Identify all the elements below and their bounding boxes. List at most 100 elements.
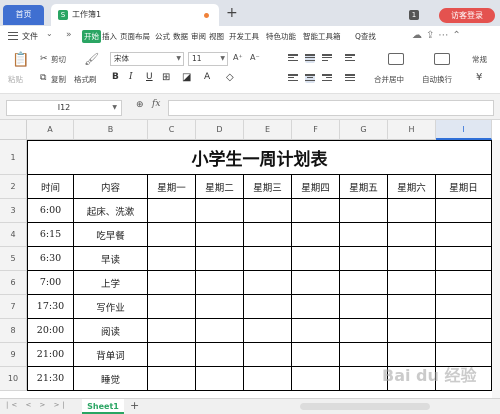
empty-cell[interactable] [244,223,292,247]
menu-item-start[interactable]: 开始 [82,30,101,43]
table-cell[interactable]: 起床、洗漱 [74,199,148,223]
paste-button[interactable]: 粘贴 [8,74,23,85]
row-header-10[interactable]: 10 [0,367,27,391]
menu-item-view[interactable]: 视图 [209,31,224,42]
column-header-f[interactable]: F [292,120,340,140]
empty-cell[interactable] [436,319,492,343]
font-size-select[interactable]: 11 ▼ [188,52,228,66]
empty-cell[interactable] [292,199,340,223]
header-cell[interactable]: 时间 [27,175,74,199]
table-cell[interactable]: 17:30 [27,295,74,319]
empty-cell[interactable] [244,343,292,367]
table-cell[interactable]: 20:00 [27,319,74,343]
cut-button[interactable]: 剪切 [51,54,66,65]
column-header-g[interactable]: G [340,120,388,140]
merge-center-icon[interactable] [388,53,404,65]
visitor-login-button[interactable]: 访客登录 [439,8,495,23]
grow-font-button[interactable]: A⁺ [233,53,243,62]
empty-cell[interactable] [148,319,196,343]
more-menus-icon[interactable]: » [66,30,72,40]
table-cell[interactable]: 6:15 [27,223,74,247]
column-header-b[interactable]: B [74,120,148,140]
column-header-c[interactable]: C [148,120,196,140]
auto-wrap-button[interactable]: 自动换行 [422,74,452,85]
empty-cell[interactable] [244,271,292,295]
header-cell[interactable]: 星期日 [436,175,492,199]
window-count-badge[interactable]: 1 [409,10,419,20]
empty-cell[interactable] [388,247,436,271]
add-sheet-button[interactable]: + [130,399,139,413]
table-cell[interactable]: 21:30 [27,367,74,391]
empty-cell[interactable] [196,343,244,367]
menu-item-smart-toolbox[interactable]: 智能工具箱 [303,31,341,42]
distributed-align-icon[interactable] [345,74,355,83]
empty-cell[interactable] [196,199,244,223]
header-cell[interactable]: 星期二 [196,175,244,199]
empty-cell[interactable] [388,199,436,223]
empty-cell[interactable] [436,271,492,295]
sheet-tab-sheet1[interactable]: Sheet1 [82,399,124,414]
table-cell[interactable]: 吃早餐 [74,223,148,247]
home-tab[interactable]: 首页 [3,5,44,25]
copy-button[interactable]: 复制 [51,74,66,85]
empty-cell[interactable] [244,295,292,319]
table-cell[interactable]: 6:00 [27,199,74,223]
row-header-6[interactable]: 6 [0,271,27,295]
table-cell[interactable]: 背单词 [74,343,148,367]
align-right-icon[interactable] [322,74,332,83]
empty-cell[interactable] [340,223,388,247]
empty-cell[interactable] [196,271,244,295]
align-center-icon[interactable] [305,74,315,83]
empty-cell[interactable] [148,343,196,367]
merge-center-button[interactable]: 合并居中 [374,74,404,85]
hamburger-menu-icon[interactable] [8,32,18,40]
table-cell[interactable]: 早读 [74,247,148,271]
empty-cell[interactable] [340,247,388,271]
empty-cell[interactable] [196,319,244,343]
empty-cell[interactable] [148,295,196,319]
copy-icon[interactable]: ⧉ [40,73,46,83]
italic-button[interactable]: I [129,72,133,82]
table-cell[interactable]: 阅读 [74,319,148,343]
sheet-nav-arrows-icon[interactable]: |< < > >| [6,401,68,409]
menu-item-formulas[interactable]: 公式 [155,31,170,42]
menu-item-data[interactable]: 数据 [173,31,188,42]
borders-icon[interactable]: ⊞ [162,72,170,83]
empty-cell[interactable] [196,295,244,319]
column-header-d[interactable]: D [196,120,244,140]
table-cell[interactable]: 上学 [74,271,148,295]
align-middle-icon[interactable] [305,54,315,63]
name-box[interactable]: I12 ▼ [6,100,122,116]
header-cell[interactable]: 内容 [74,175,148,199]
select-all-corner[interactable] [0,120,27,140]
menu-item-insert[interactable]: 插入 [102,31,117,42]
row-header-8[interactable]: 8 [0,319,27,343]
row-header-2[interactable]: 2 [0,175,27,199]
empty-cell[interactable] [340,295,388,319]
empty-cell[interactable] [436,223,492,247]
row-header-7[interactable]: 7 [0,295,27,319]
align-top-icon[interactable] [288,54,298,63]
empty-cell[interactable] [292,295,340,319]
empty-cell[interactable] [340,367,388,391]
empty-cell[interactable] [244,199,292,223]
empty-cell[interactable] [148,199,196,223]
menu-item-page-layout[interactable]: 页面布局 [120,31,150,42]
function-icon[interactable]: fx [152,99,160,109]
row-header-1[interactable]: 1 [0,140,27,175]
align-left-icon[interactable] [288,74,298,83]
row-header-9[interactable]: 9 [0,343,27,367]
row-header-3[interactable]: 3 [0,199,27,223]
empty-cell[interactable] [148,367,196,391]
format-painter-button[interactable]: 格式刷 [74,74,97,85]
column-header-a[interactable]: A [27,120,74,140]
empty-cell[interactable] [436,199,492,223]
vertical-scrollbar[interactable] [492,140,500,398]
empty-cell[interactable] [148,247,196,271]
zoom-icon[interactable]: ⊕ [136,100,144,110]
empty-cell[interactable] [388,295,436,319]
empty-cell[interactable] [196,247,244,271]
header-cell[interactable]: 星期六 [388,175,436,199]
header-cell[interactable]: 星期四 [292,175,340,199]
table-cell[interactable]: 21:00 [27,343,74,367]
